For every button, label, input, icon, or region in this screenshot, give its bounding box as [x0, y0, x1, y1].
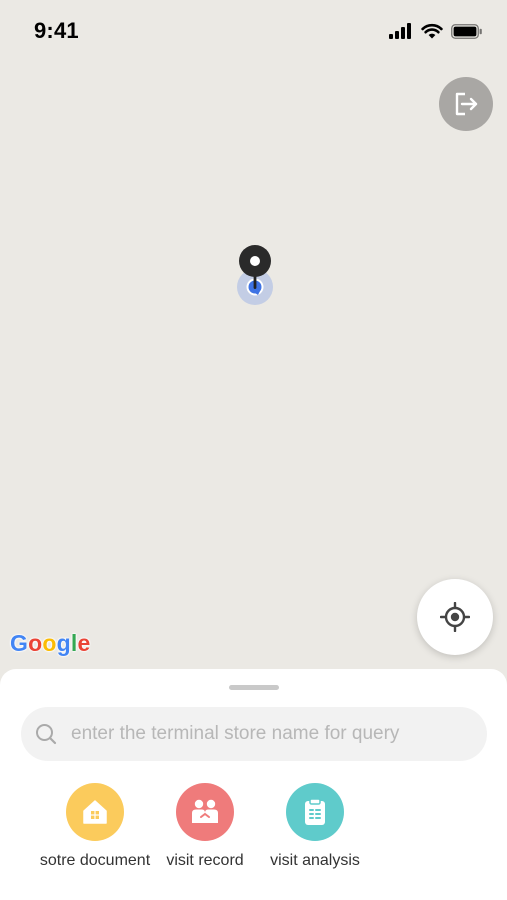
shortcut-icon-circle	[176, 783, 234, 841]
shortcut-visit-analysis[interactable]: visit analysis	[250, 783, 380, 870]
status-bar: 9:41	[0, 0, 507, 62]
search-bar[interactable]	[21, 707, 487, 761]
status-icons	[389, 23, 483, 39]
shortcut-icon-circle	[286, 783, 344, 841]
clipboard-icon	[305, 798, 325, 825]
shortcut-row: sotre document visit record visit analys…	[0, 783, 507, 893]
cellular-signal-icon	[389, 23, 411, 39]
people-icon	[192, 799, 218, 823]
battery-icon	[451, 23, 482, 39]
crosshair-icon	[440, 602, 470, 632]
house-icon	[83, 800, 107, 824]
shortcut-icon-circle	[66, 783, 124, 841]
my-location-button[interactable]	[417, 579, 493, 655]
search-input[interactable]	[69, 722, 473, 746]
exit-button[interactable]	[439, 77, 493, 131]
search-icon	[36, 724, 57, 745]
bottom-sheet: sotre document visit record	[0, 669, 507, 900]
status-time: 9:41	[34, 18, 79, 43]
shortcut-label: visit analysis	[270, 852, 360, 869]
exit-icon	[455, 92, 478, 116]
wifi-icon	[421, 24, 443, 39]
location-pin-icon	[237, 245, 273, 305]
google-logo: Google	[10, 630, 91, 656]
sheet-drag-handle[interactable]	[229, 685, 279, 690]
